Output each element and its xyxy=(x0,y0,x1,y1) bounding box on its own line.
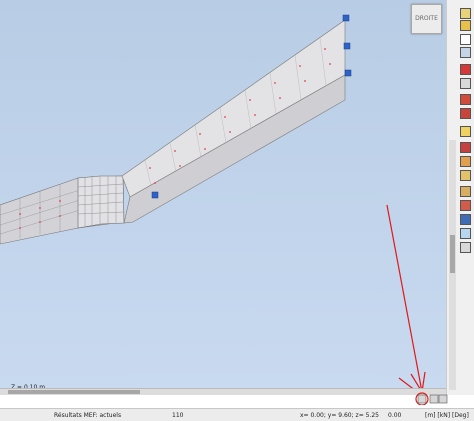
right-toolbar xyxy=(446,0,474,395)
edit-icon[interactable] xyxy=(460,20,471,31)
section-icon[interactable] xyxy=(460,78,471,89)
link-icon[interactable] xyxy=(460,214,471,225)
model-icon[interactable] xyxy=(438,394,448,404)
support-icon[interactable] xyxy=(460,108,471,119)
horizontal-scroll-thumb[interactable] xyxy=(8,390,140,394)
3d-viewport[interactable]: DROITE Z = 0.10 m xyxy=(0,0,446,395)
angle-readout: 0.00 xyxy=(388,412,402,419)
export-icon[interactable] xyxy=(460,186,471,197)
table-icon[interactable] xyxy=(460,242,471,253)
cube-icon[interactable] xyxy=(460,156,471,167)
view-cube[interactable]: DROITE xyxy=(411,4,442,34)
vertical-scrollbar[interactable] xyxy=(449,140,456,390)
node-count: 110 xyxy=(172,412,184,419)
fem-results-status: Résultats MEF: actuels xyxy=(54,412,122,419)
loads-icon[interactable] xyxy=(460,126,471,137)
structure-model-icon[interactable] xyxy=(417,394,427,404)
view-cube-label: DROITE xyxy=(415,15,438,22)
units-readout: [m] [kN] [Deg] xyxy=(425,412,469,419)
vertical-scroll-thumb[interactable] xyxy=(450,235,455,273)
cube-icon[interactable] xyxy=(460,142,471,153)
bolt-icon[interactable] xyxy=(460,64,471,75)
status-bar: Résultats MEF: actuels 110 x= 0.00; y= 9… xyxy=(0,408,474,421)
model-icon[interactable] xyxy=(429,394,439,404)
horizontal-scrollbar[interactable] xyxy=(0,388,446,395)
viewport-mode-buttons xyxy=(408,390,448,406)
pencil-icon[interactable] xyxy=(460,34,471,45)
annotation-arrow xyxy=(386,204,426,394)
coordinates-readout: x= 0.00; y= 9.60; z= 5.25 xyxy=(300,412,379,419)
table-icon[interactable] xyxy=(460,228,471,239)
structure-model xyxy=(0,14,426,394)
brush-icon[interactable] xyxy=(460,47,471,58)
fork-icon[interactable] xyxy=(460,94,471,105)
results-icon[interactable] xyxy=(460,170,471,181)
edit-icon[interactable] xyxy=(460,8,471,19)
measure-icon[interactable] xyxy=(460,200,471,211)
